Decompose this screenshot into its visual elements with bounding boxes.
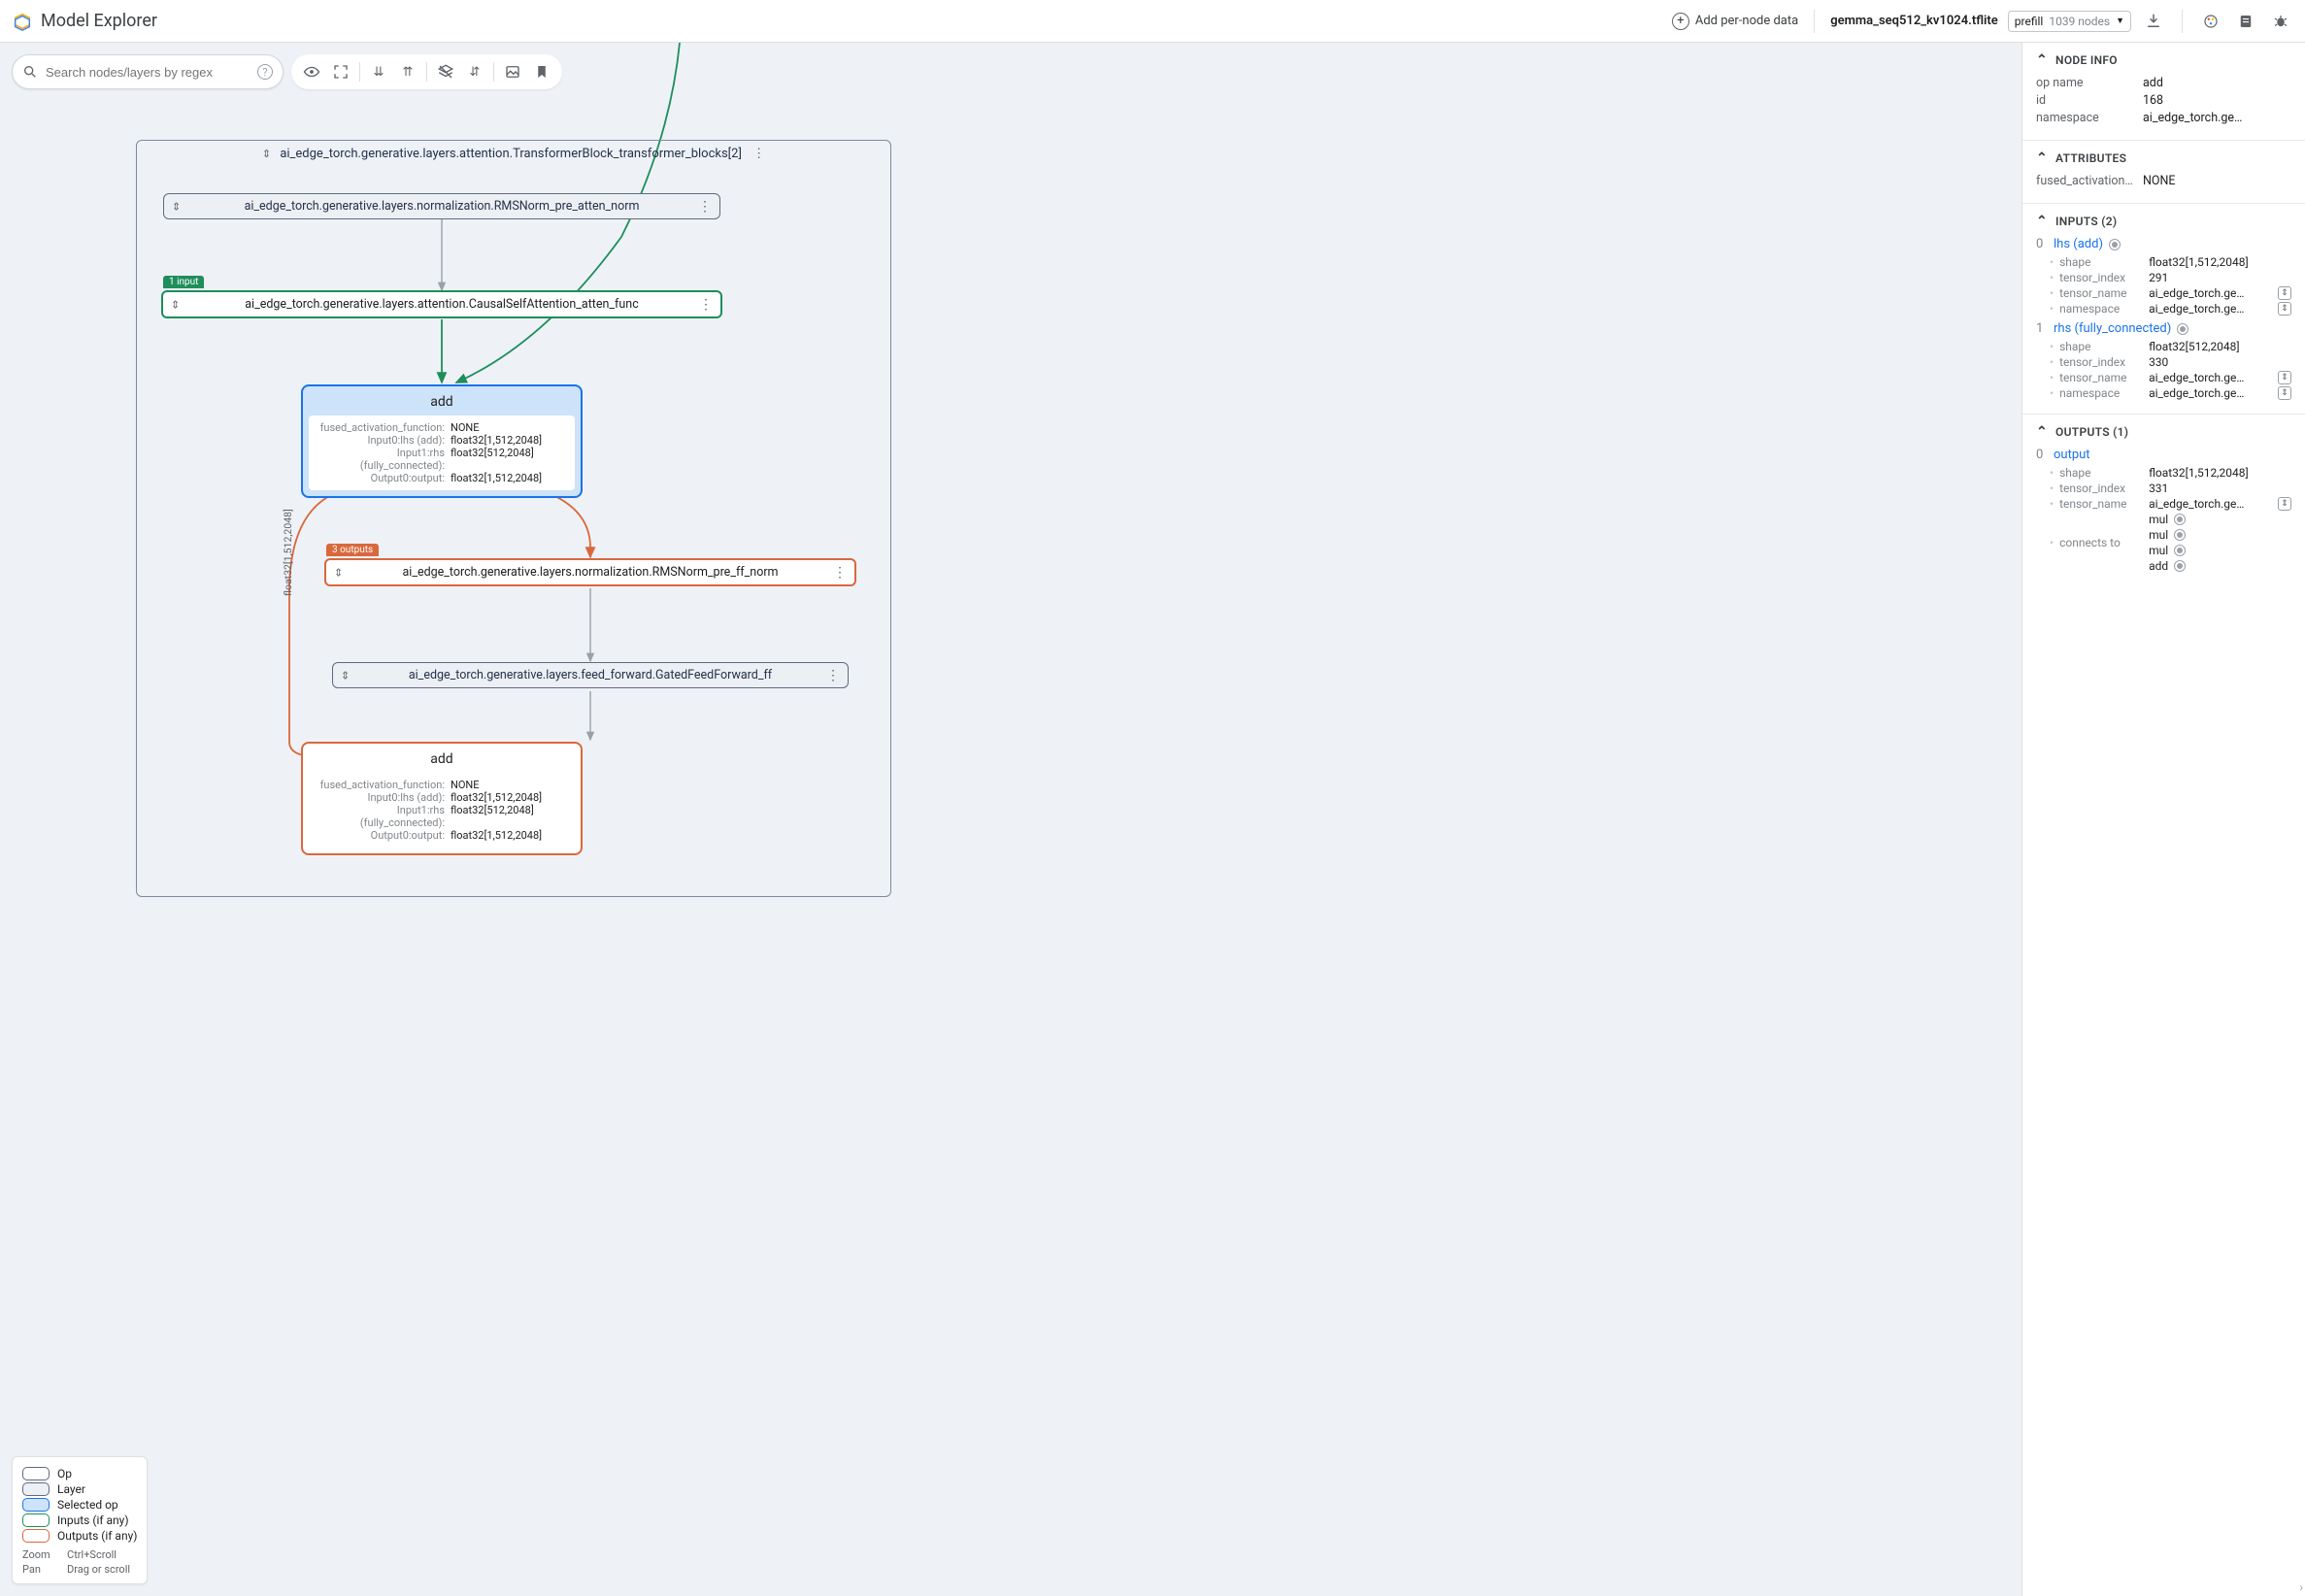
legend-swatch (22, 1482, 50, 1496)
node-causal-self-attention[interactable]: ⇕ ai_edge_torch.generative.layers.attent… (161, 290, 722, 318)
legend-label: Outputs (if any) (57, 1529, 137, 1543)
help-icon[interactable]: ? (257, 64, 273, 80)
expand-all-button[interactable]: ⇊ (364, 57, 393, 86)
app-logo: Model Explorer (12, 11, 157, 32)
locate-icon[interactable] (2109, 239, 2121, 250)
legend-swatch (22, 1513, 50, 1527)
eye-icon (303, 63, 320, 81)
graph-canvas[interactable]: ? ⇊ ⇈ ⇵ (0, 43, 2021, 1596)
section-node-info[interactable]: ⌃NODE INFO (2036, 52, 2291, 68)
layers-off-icon (437, 63, 454, 81)
more-icon[interactable]: ⋮ (833, 565, 847, 581)
search-input[interactable] (46, 65, 250, 80)
bookmark-icon (533, 63, 551, 81)
section-attributes[interactable]: ⌃ATTRIBUTES (2036, 150, 2291, 166)
expand-icon[interactable]: ⇕ (171, 298, 180, 311)
expand-icon[interactable]: ⇕ (334, 566, 343, 579)
search-box[interactable]: ? (12, 54, 284, 89)
add-data-label: Add per-node data (1695, 14, 1798, 28)
expand-icon[interactable]: ⇕ (341, 669, 350, 682)
chevron-up-icon: ⌃ (2036, 214, 2048, 229)
locate-icon[interactable] (2174, 514, 2186, 525)
model-filename: gemma_seq512_kv1024.tflite (1830, 14, 1998, 28)
side-panel: ⌃NODE INFO op nameaddid168namespaceai_ed… (2021, 43, 2305, 1596)
collapse-all-icon: ⇈ (403, 65, 414, 80)
palette-button[interactable] (2198, 9, 2223, 34)
bug-button[interactable] (2268, 9, 2293, 34)
expand-icon[interactable]: ⇕ (172, 200, 181, 213)
output-badge: 3 outputs (326, 544, 379, 556)
node-rmsnorm-pre-ff[interactable]: ⇕ ai_edge_torch.generative.layers.normal… (324, 558, 856, 586)
dropdown-icon: ▼ (2116, 16, 2124, 26)
locate-icon[interactable] (2174, 529, 2186, 541)
graph-selector[interactable]: prefill 1039 nodes ▼ (2008, 11, 2131, 32)
expand-chip[interactable]: ⇕ (2278, 386, 2291, 400)
bookmark-button[interactable] (527, 57, 556, 86)
more-icon[interactable]: ⋮ (699, 297, 713, 313)
download-icon (2145, 13, 2162, 30)
locate-icon[interactable] (2174, 560, 2186, 572)
block-title: ai_edge_torch.generative.layers.attentio… (280, 147, 742, 161)
legend-label: Layer (57, 1482, 85, 1496)
plus-circle-icon: + (1672, 13, 1689, 30)
more-icon[interactable]: ⋮ (826, 668, 840, 683)
download-button[interactable] (2141, 9, 2166, 34)
locate-icon[interactable] (2177, 323, 2188, 335)
sort-icon: ⇵ (470, 65, 481, 80)
toolbar: ⇊ ⇈ ⇵ (291, 54, 562, 89)
fit-icon (332, 63, 350, 81)
legend-swatch (22, 1467, 50, 1480)
topbar: Model Explorer + Add per-node data gemma… (0, 0, 2305, 43)
scroll-indicator: › (2299, 1580, 2303, 1594)
section-inputs[interactable]: ⌃INPUTS (2) (2036, 214, 2291, 229)
layers-off-button[interactable] (431, 57, 460, 86)
input-badge: 1 input (163, 276, 204, 288)
expand-chip[interactable]: ⇕ (2278, 371, 2291, 384)
more-icon[interactable]: ⋮ (698, 199, 712, 215)
chevron-up-icon: ⌃ (2036, 150, 2048, 166)
sort-button[interactable]: ⇵ (460, 57, 489, 86)
graph-selector-value: prefill (2015, 15, 2044, 28)
output-node-add[interactable]: add fused_activation_function:NONEInput0… (301, 742, 583, 855)
input-link[interactable]: lhs (add) (2054, 237, 2103, 251)
legend-label: Inputs (if any) (57, 1513, 129, 1527)
chevron-up-icon: ⌃ (2036, 52, 2048, 68)
legend-label: Selected op (57, 1498, 118, 1512)
search-icon (22, 64, 38, 80)
logo-icon (12, 11, 33, 32)
image-button[interactable] (498, 57, 527, 86)
legend-swatch (22, 1529, 50, 1543)
expand-chip[interactable]: ⇕ (2278, 302, 2291, 316)
bug-icon (2272, 13, 2289, 30)
section-outputs[interactable]: ⌃OUTPUTS (1) (2036, 424, 2291, 440)
palette-icon (2202, 13, 2220, 30)
notes-icon (2237, 13, 2255, 30)
expand-all-icon: ⇊ (374, 65, 384, 80)
output-link[interactable]: output (2054, 448, 2090, 462)
legend: Op Layer Selected opInputs (if any) Outputs… (12, 1456, 148, 1584)
app-title: Model Explorer (41, 11, 157, 31)
locate-icon[interactable] (2174, 545, 2186, 556)
legend-swatch (22, 1498, 50, 1512)
add-per-node-data-button[interactable]: + Add per-node data (1672, 13, 1798, 30)
legend-label: Op (57, 1467, 72, 1480)
expand-chip[interactable]: ⇕ (2278, 286, 2291, 300)
node-gated-feedforward[interactable]: ⇕ ai_edge_torch.generative.layers.feed_f… (332, 662, 849, 688)
notes-button[interactable] (2233, 9, 2258, 34)
visibility-button[interactable] (297, 57, 326, 86)
input-link[interactable]: rhs (fully_connected) (2054, 321, 2171, 336)
image-icon (504, 63, 521, 81)
collapse-icon[interactable]: ⇕ (262, 148, 271, 160)
more-icon[interactable]: ⋮ (752, 147, 765, 161)
edge-label: float32[1,512,2048] (282, 509, 294, 596)
chevron-up-icon: ⌃ (2036, 424, 2048, 440)
selected-node-add[interactable]: add fused_activation_function:NONEInput0… (301, 384, 583, 498)
fit-button[interactable] (326, 57, 355, 86)
expand-chip[interactable]: ⇕ (2278, 497, 2291, 511)
node-rmsnorm-pre-atten[interactable]: ⇕ ai_edge_torch.generative.layers.normal… (163, 193, 720, 219)
collapse-all-button[interactable]: ⇈ (393, 57, 422, 86)
graph-selector-nodes: 1039 nodes (2049, 15, 2110, 28)
